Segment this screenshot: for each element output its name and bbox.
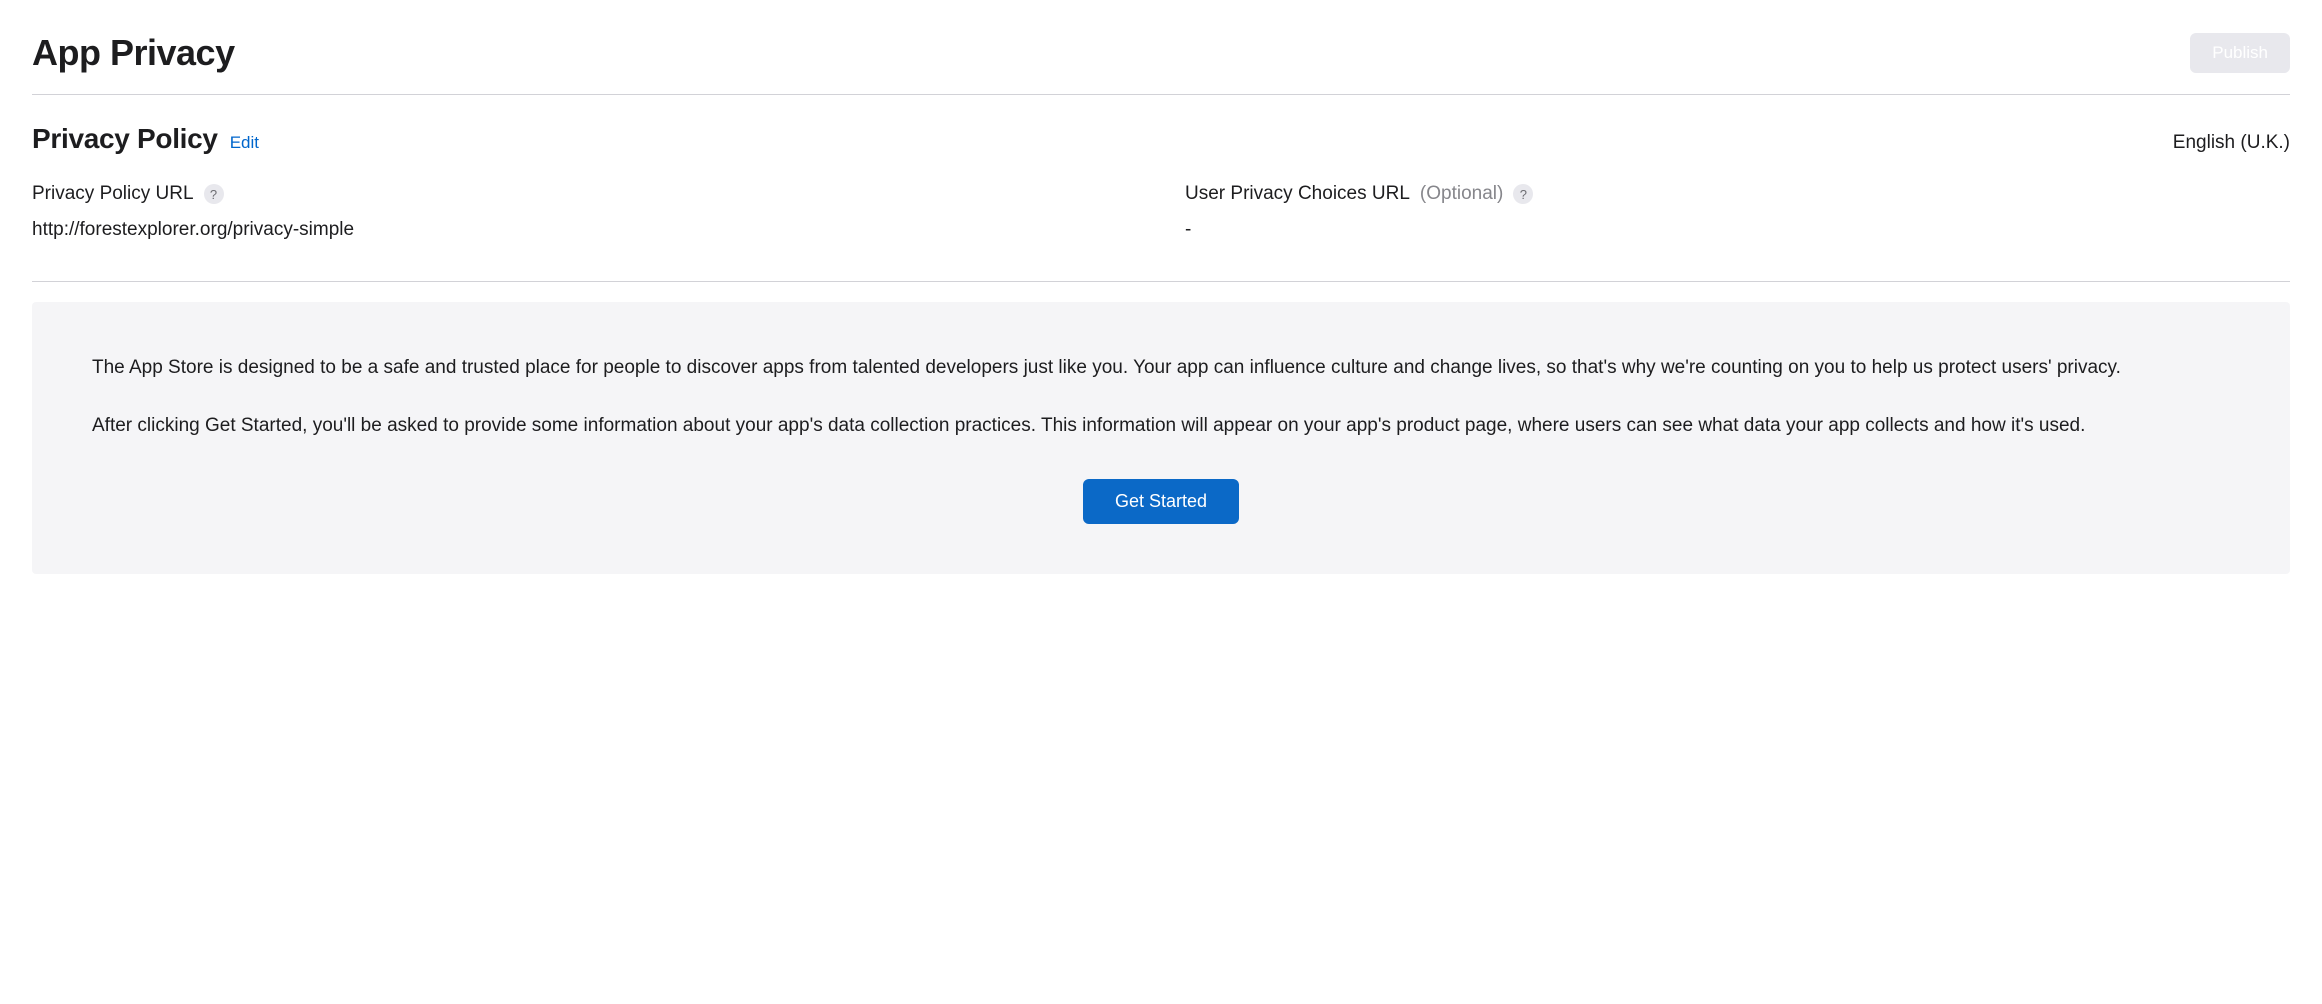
- info-paragraph-2: After clicking Get Started, you'll be as…: [92, 412, 2230, 440]
- edit-link[interactable]: Edit: [230, 133, 259, 153]
- section-title-group: Privacy Policy Edit: [32, 123, 259, 155]
- section-title: Privacy Policy: [32, 123, 218, 155]
- field-label: User Privacy Choices URL: [1185, 183, 1410, 205]
- privacy-policy-header: Privacy Policy Edit English (U.K.): [32, 123, 2290, 155]
- user-privacy-choices-url-value: -: [1185, 219, 2290, 241]
- fields-row: Privacy Policy URL ? http://forestexplor…: [32, 183, 2290, 241]
- header-divider: [32, 94, 2290, 95]
- privacy-policy-url-field: Privacy Policy URL ? http://forestexplor…: [32, 183, 1137, 241]
- optional-label: (Optional): [1420, 183, 1503, 205]
- language-label: English (U.K.): [2173, 132, 2290, 154]
- get-started-button[interactable]: Get Started: [1083, 479, 1239, 524]
- info-paragraph-1: The App Store is designed to be a safe a…: [92, 354, 2230, 382]
- field-label-row: User Privacy Choices URL (Optional) ?: [1185, 183, 2290, 205]
- info-panel: The App Store is designed to be a safe a…: [32, 302, 2290, 574]
- help-icon[interactable]: ?: [204, 184, 224, 204]
- user-privacy-choices-url-field: User Privacy Choices URL (Optional) ? -: [1185, 183, 2290, 241]
- field-label: Privacy Policy URL: [32, 183, 194, 205]
- section-divider: [32, 281, 2290, 282]
- field-label-row: Privacy Policy URL ?: [32, 183, 1137, 205]
- page-header: App Privacy Publish: [32, 32, 2290, 74]
- get-started-wrapper: Get Started: [92, 479, 2230, 524]
- page-title: App Privacy: [32, 32, 235, 74]
- publish-button[interactable]: Publish: [2190, 33, 2290, 73]
- privacy-policy-url-value: http://forestexplorer.org/privacy-simple: [32, 219, 1137, 241]
- help-icon[interactable]: ?: [1513, 184, 1533, 204]
